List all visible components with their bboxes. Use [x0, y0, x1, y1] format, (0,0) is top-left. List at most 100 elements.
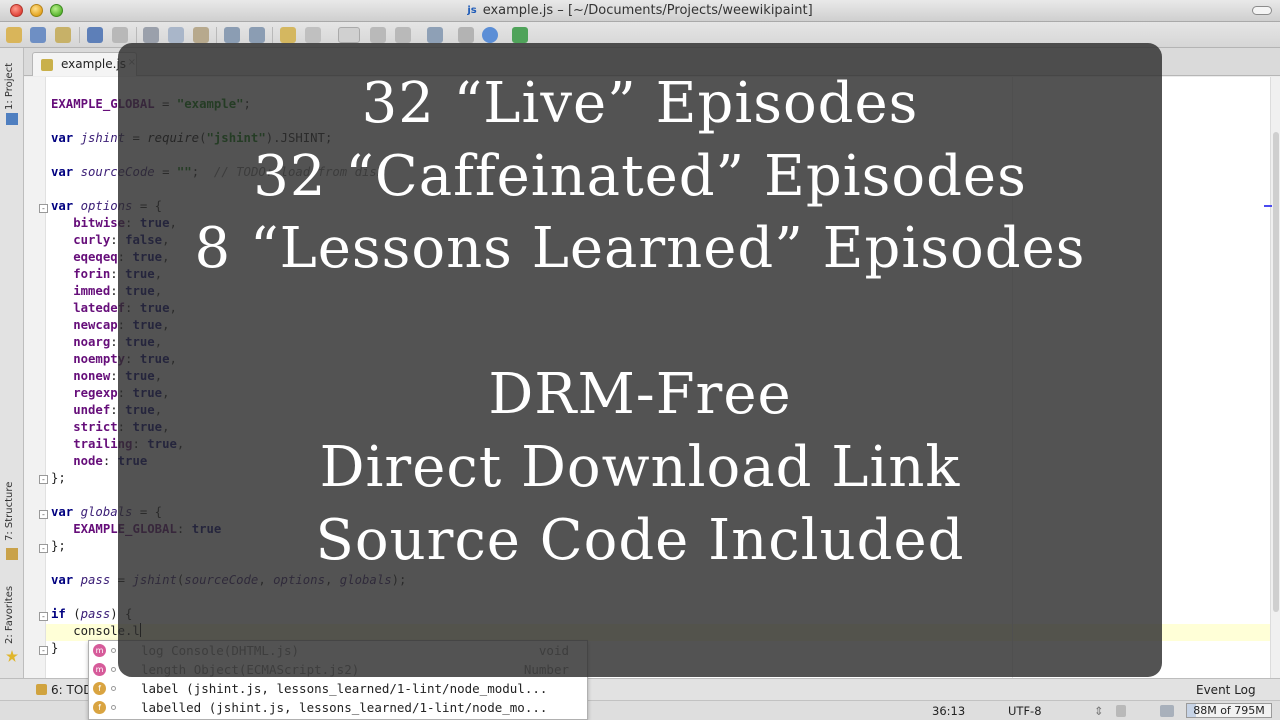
settings-icon[interactable] [427, 27, 443, 43]
help-icon[interactable] [482, 27, 498, 43]
caret-position[interactable]: 36:13 [932, 704, 965, 718]
window-title-wrap: js example.js – [~/Documents/Projects/wee… [0, 3, 1280, 18]
redo-icon[interactable] [112, 27, 128, 43]
field-icon: f [93, 682, 106, 695]
todo-icon [36, 684, 47, 695]
fold-marker-icon[interactable]: - [39, 510, 48, 519]
visibility-icon [111, 686, 116, 691]
editor-scrollbar[interactable] [1270, 77, 1280, 678]
find-icon[interactable] [224, 27, 240, 43]
code-token: strict [73, 420, 118, 434]
code-token: node [73, 454, 103, 468]
toolbar-separator [272, 27, 273, 43]
code-token: newcap [73, 318, 118, 332]
code-token: immed [73, 284, 111, 298]
overlay-line: Direct Download Link [319, 435, 961, 500]
fold-marker-icon[interactable]: - [39, 475, 48, 484]
undo-icon[interactable] [87, 27, 103, 43]
code-token: }; [51, 539, 66, 553]
inspector-icon[interactable] [1160, 705, 1174, 717]
overlay-line: 8 “Lessons Learned” Episodes [194, 216, 1086, 281]
code-token: var [51, 199, 81, 213]
copy-icon[interactable] [168, 27, 184, 43]
field-icon: f [93, 701, 106, 714]
save-icon[interactable] [30, 27, 46, 43]
toolbar-toggle-button[interactable] [1252, 6, 1272, 15]
project-tool-tab[interactable]: 1: Project [4, 63, 15, 110]
window-title: example.js – [~/Documents/Projects/weewi… [482, 3, 813, 18]
plugin-icon[interactable] [512, 27, 528, 43]
structure-tool-tab[interactable]: 7: Structure [4, 482, 15, 541]
visibility-icon [111, 705, 116, 710]
completion-item[interactable]: f labelled (jshint.js, lessons_learned/1-… [89, 698, 587, 717]
visibility-icon [111, 648, 116, 653]
code-token: if [51, 607, 74, 621]
fold-marker-icon[interactable]: - [39, 646, 48, 655]
structure-icon[interactable] [458, 27, 474, 43]
lock-icon[interactable] [1116, 705, 1126, 717]
overlay-line: 32 “Live” Episodes [361, 71, 919, 136]
debug-icon[interactable] [395, 27, 411, 43]
code-token: var [51, 505, 81, 519]
fold-marker-icon[interactable]: - [39, 204, 48, 213]
left-tool-strip: 1: Project 7: Structure 2: Favorites [0, 48, 24, 678]
favorites-tool-tab[interactable]: 2: Favorites [4, 586, 15, 644]
toolbar-separator [136, 27, 137, 43]
open-folder-icon[interactable] [6, 27, 22, 43]
structure-icon[interactable] [6, 548, 18, 560]
memory-indicator[interactable]: 88M of 795M [1186, 703, 1272, 718]
visibility-icon [111, 667, 116, 672]
back-icon[interactable] [280, 27, 296, 43]
code-token: var [51, 165, 81, 179]
code-token: } [51, 641, 59, 655]
sync-icon[interactable] [55, 27, 71, 43]
run-icon[interactable] [370, 27, 386, 43]
run-config-dropdown[interactable] [338, 27, 360, 43]
code-token: nonew [73, 369, 111, 383]
paste-icon[interactable] [193, 27, 209, 43]
project-icon[interactable] [6, 113, 18, 125]
replace-icon[interactable] [249, 27, 265, 43]
completion-name: label [141, 681, 179, 696]
error-stripe-marker[interactable] [1264, 205, 1272, 207]
toolbar-separator [79, 27, 80, 43]
overlay-line: 32 “Caffeinated” Episodes [253, 144, 1027, 209]
completion-detail: (jshint.js, lessons_learned/1-lint/node_… [186, 681, 548, 696]
code-token: noarg [73, 335, 111, 349]
encoding-arrows-icon[interactable]: ⇕ [1094, 704, 1104, 718]
code-token: forin [73, 267, 111, 281]
code-token: : [102, 454, 118, 468]
method-icon: m [93, 663, 106, 676]
code-token: regexp [73, 386, 118, 400]
code-token: ( [73, 607, 81, 621]
completion-item[interactable]: f label (jshint.js, lessons_learned/1-lin… [89, 679, 587, 698]
event-log-tab[interactable]: Event Log [1196, 683, 1256, 697]
fold-marker-icon[interactable]: - [39, 612, 48, 621]
star-icon[interactable] [6, 650, 18, 662]
overlay-line: DRM-Free [488, 362, 792, 427]
memory-text: 88M of 795M [1193, 704, 1265, 717]
scrollbar-thumb[interactable] [1273, 132, 1279, 612]
title-bar: js example.js – [~/Documents/Projects/wee… [0, 0, 1280, 22]
forward-icon[interactable] [305, 27, 321, 43]
cut-icon[interactable] [143, 27, 159, 43]
fold-marker-icon[interactable]: - [39, 544, 48, 553]
code-token: pass [80, 573, 111, 587]
js-file-icon: js [467, 5, 477, 16]
file-encoding[interactable]: UTF-8 [1008, 704, 1042, 718]
code-token: var [51, 573, 81, 587]
code-token: }; [51, 471, 66, 485]
code-token: pass [80, 607, 111, 621]
promo-overlay: 32 “Live” Episodes 32 “Caffeinated” Epis… [118, 43, 1162, 677]
